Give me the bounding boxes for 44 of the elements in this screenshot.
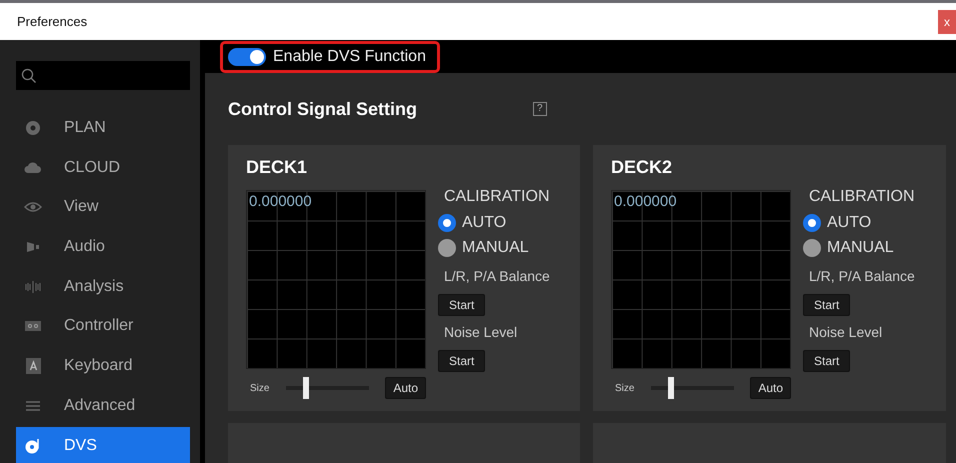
calibration-label: CALIBRATION <box>444 188 550 206</box>
radio-option[interactable]: MANUAL <box>803 235 894 260</box>
radio-option[interactable]: MANUAL <box>438 235 529 260</box>
sidebar-item[interactable]: DVS <box>16 426 190 463</box>
toggle-switch[interactable] <box>228 48 266 66</box>
balance-label: L/R, P/A Balance <box>809 268 915 284</box>
toggle-label: Enable DVS Function <box>273 48 426 66</box>
turntable-icon <box>24 438 42 454</box>
search-field[interactable] <box>16 61 190 90</box>
size-label: Size <box>615 382 636 394</box>
close-button[interactable]: x <box>938 10 956 34</box>
sidebar-item[interactable]: Advanced <box>16 386 190 426</box>
start-button[interactable]: Start <box>803 350 850 372</box>
calibration-label: CALIBRATION <box>809 188 914 206</box>
sidebar-item[interactable]: CLOUD <box>16 148 190 188</box>
sidebar-item[interactable]: Analysis <box>16 266 190 306</box>
search-icon <box>21 68 37 84</box>
scope-reading: 0.000000 <box>249 193 312 210</box>
sidebar-item[interactable]: Keyboard <box>16 346 190 386</box>
balance-label: L/R, P/A Balance <box>444 268 550 284</box>
size-label: Size <box>250 382 270 394</box>
disc-icon <box>24 120 42 136</box>
section-title: Control Signal Setting <box>228 98 418 120</box>
noise-label: Noise Level <box>809 324 882 340</box>
sidebar-item[interactable]: PLAN <box>16 108 190 148</box>
sidebar-item[interactable]: View <box>16 187 190 228</box>
radio-option[interactable]: AUTO <box>438 210 506 235</box>
start-button[interactable]: Start <box>438 350 486 372</box>
window-title: Preferences <box>16 14 88 29</box>
keyboard-key-icon <box>24 358 42 374</box>
sidebar-item[interactable]: Controller <box>16 306 190 346</box>
deck-title: DECK2 <box>611 157 674 178</box>
sidebar-item[interactable]: Audio <box>16 227 190 267</box>
noise-label: Noise Level <box>444 324 518 340</box>
waveform-icon <box>24 278 42 295</box>
help-button[interactable]: ? <box>533 102 547 116</box>
radio-option[interactable]: AUTO <box>803 210 872 235</box>
auto-button[interactable]: Auto <box>750 377 791 399</box>
start-button[interactable]: Start <box>803 294 850 316</box>
scope-reading: 0.000000 <box>614 193 677 210</box>
auto-button[interactable]: Auto <box>385 377 426 399</box>
deck-title: DECK1 <box>246 157 308 178</box>
cloud-sync-icon <box>24 160 42 176</box>
start-button[interactable]: Start <box>438 294 486 316</box>
